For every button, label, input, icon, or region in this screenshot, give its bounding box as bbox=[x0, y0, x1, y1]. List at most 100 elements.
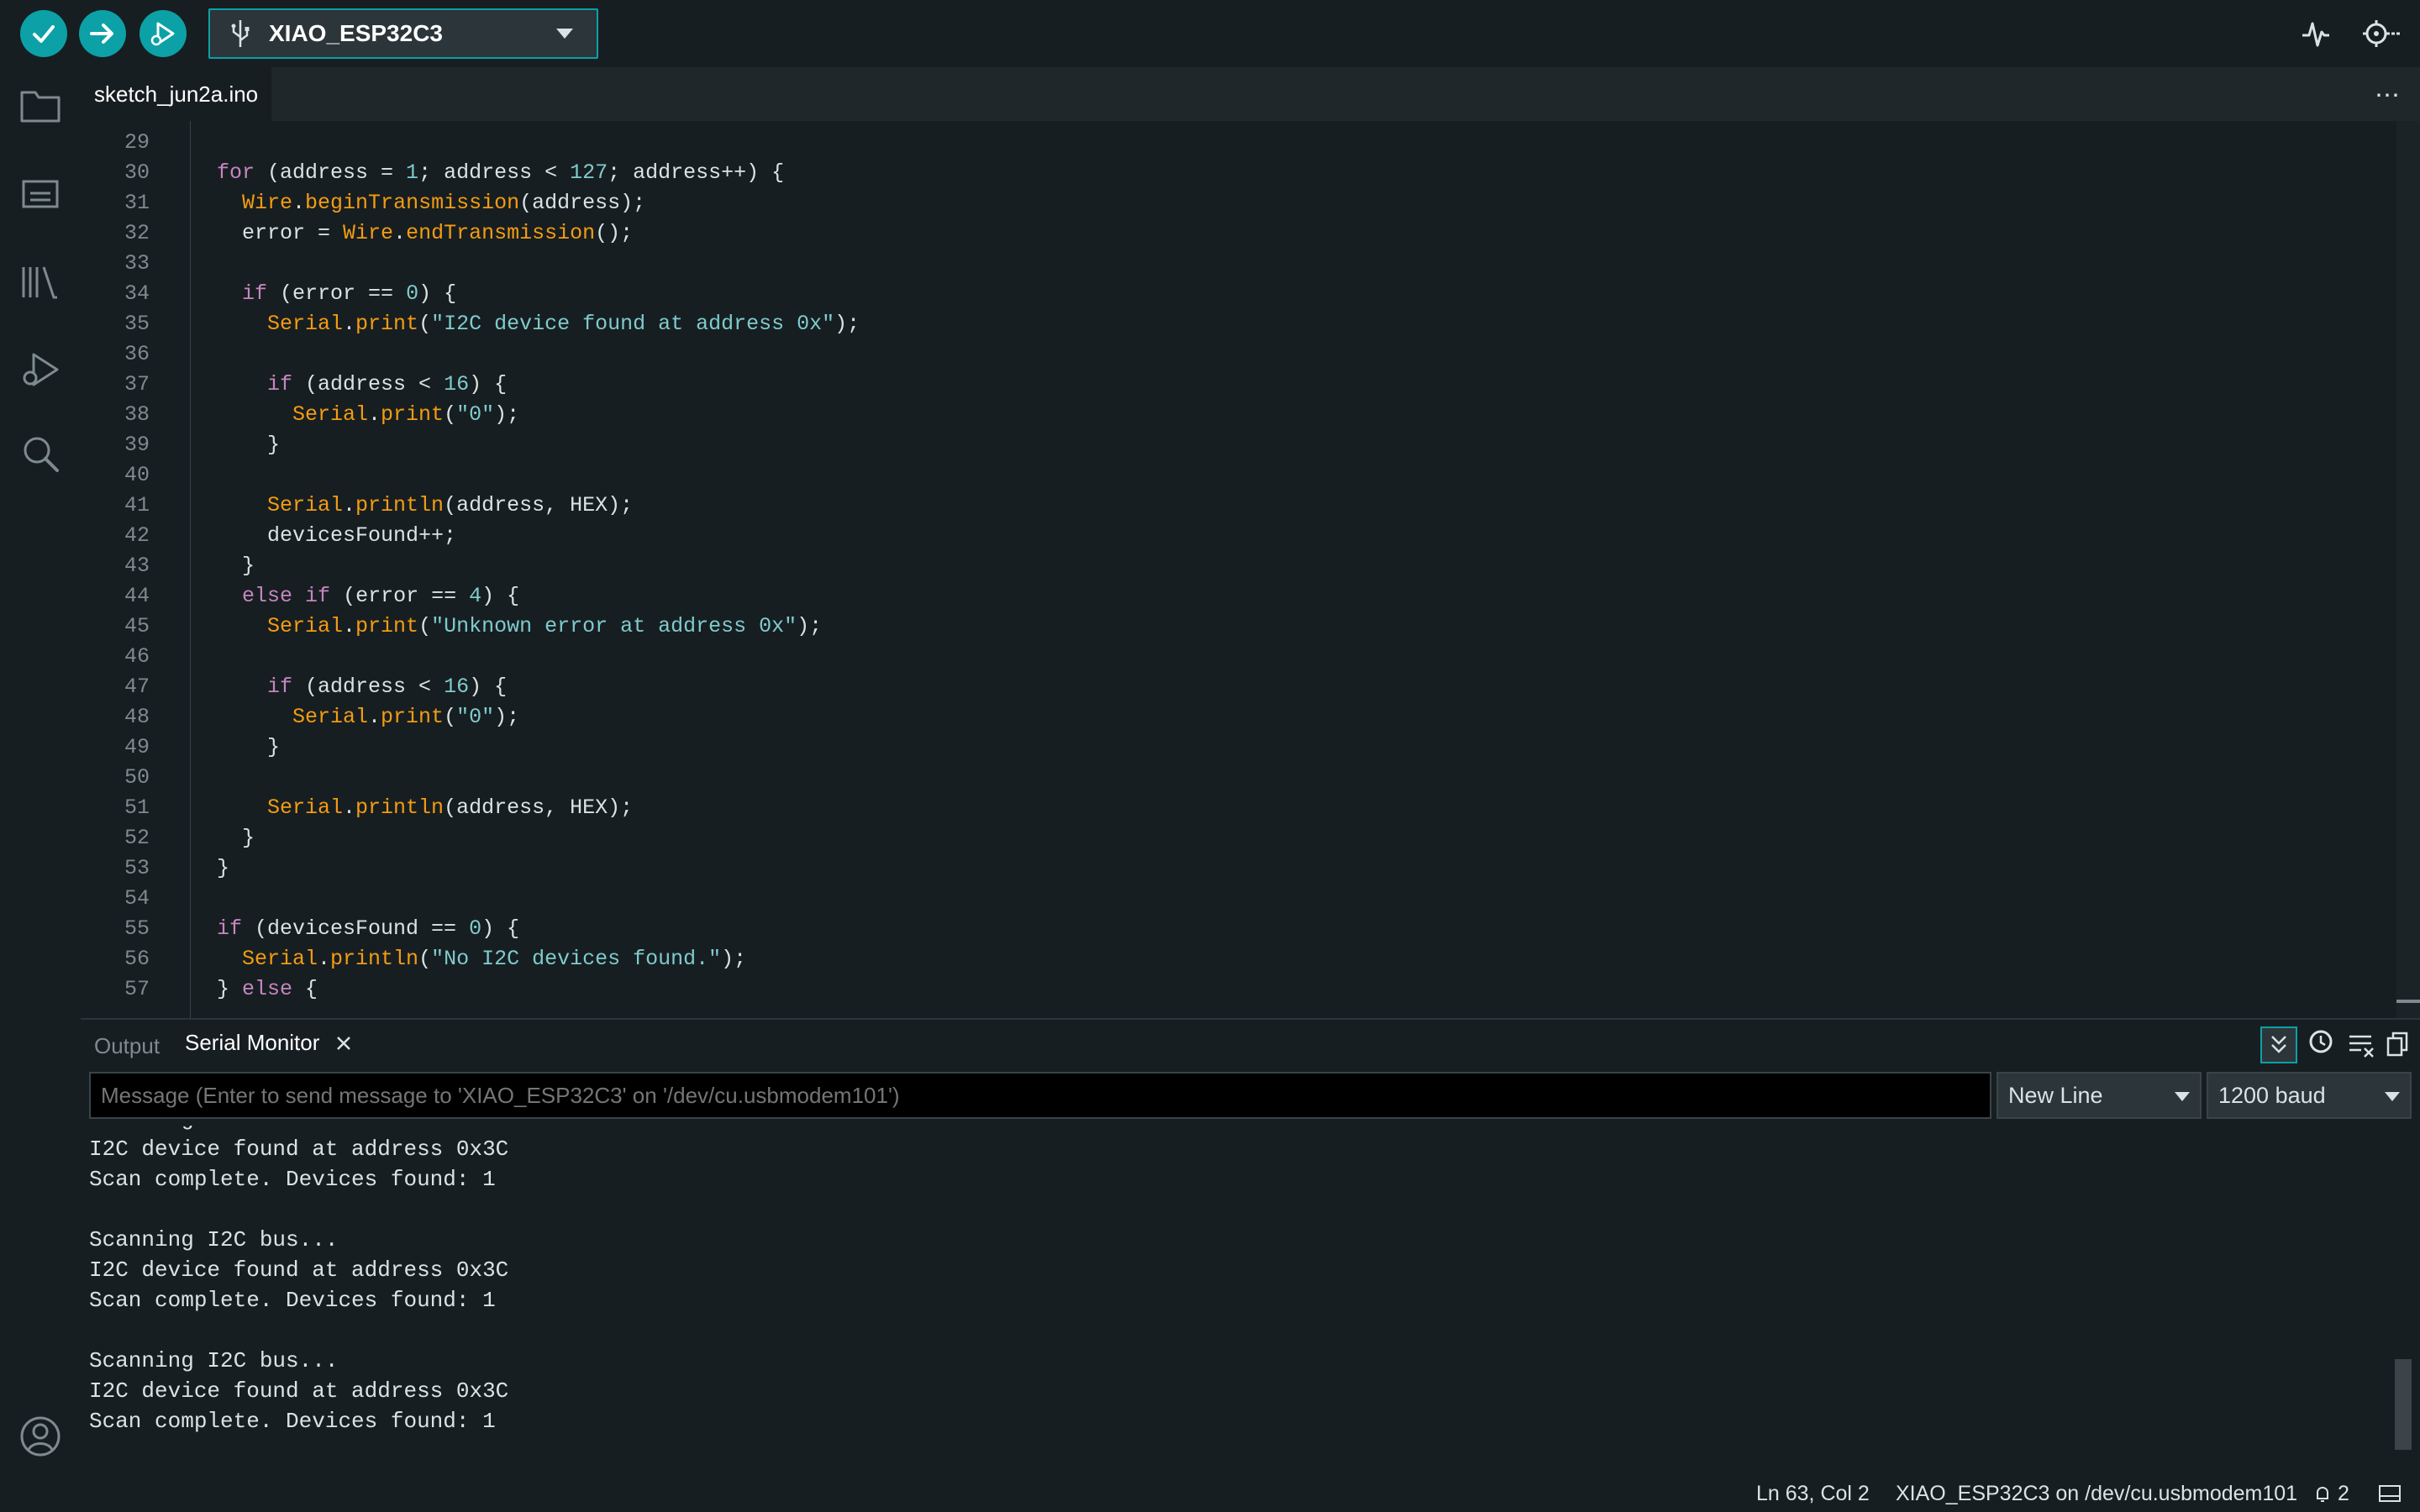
serial-output[interactable]: Scanning I2C bus... I2C device found at … bbox=[0, 1126, 2395, 1473]
close-icon[interactable] bbox=[334, 1034, 353, 1053]
board-name: XIAO_ESP32C3 bbox=[269, 20, 443, 46]
toolbar: XIAO_ESP32C3 bbox=[0, 0, 2420, 67]
debug-button[interactable] bbox=[139, 10, 187, 57]
code-editor[interactable]: 29 30 for (address = 1; address < 127; add… bbox=[81, 121, 2420, 1018]
serial-plotter-icon[interactable] bbox=[2299, 17, 2333, 50]
minimap-marker bbox=[2396, 1000, 2420, 1003]
board-manager-icon[interactable] bbox=[15, 168, 66, 218]
line-number: 42 bbox=[124, 523, 150, 548]
code-line[interactable]: 53} bbox=[81, 853, 2349, 884]
folder-icon[interactable] bbox=[15, 81, 66, 131]
code-line[interactable]: 42 devicesFound++; bbox=[81, 521, 2349, 551]
output-scrollbar[interactable] bbox=[2395, 1359, 2412, 1450]
chevron-down-icon bbox=[2385, 1092, 2400, 1101]
tab-output[interactable]: Output bbox=[94, 1033, 160, 1059]
timestamp-icon[interactable] bbox=[2304, 1026, 2338, 1060]
output-line: Scan complete. Devices found: 1 bbox=[89, 1167, 496, 1192]
code-line[interactable]: 47 if (address < 16) { bbox=[81, 672, 2349, 702]
code-line[interactable]: 49 } bbox=[81, 732, 2349, 763]
code-line[interactable]: 30 for (address = 1; address < 127; addre… bbox=[81, 158, 2349, 188]
upload-button[interactable] bbox=[79, 10, 126, 57]
output-line: I2C device found at address 0x3C bbox=[89, 1378, 509, 1404]
line-number: 50 bbox=[124, 765, 150, 790]
code-line[interactable]: 52 } bbox=[81, 823, 2349, 853]
output-line: Scanning I2C bus... bbox=[89, 1348, 339, 1373]
code-line[interactable]: 46 bbox=[81, 642, 2349, 672]
line-number: 43 bbox=[124, 554, 150, 578]
library-manager-icon[interactable] bbox=[15, 257, 66, 307]
line-number: 37 bbox=[124, 372, 150, 396]
line-number: 30 bbox=[124, 160, 150, 185]
line-number: 36 bbox=[124, 342, 150, 366]
code-line[interactable]: 31 Wire.beginTransmission(address); bbox=[81, 188, 2349, 218]
line-number: 49 bbox=[124, 735, 150, 759]
code-line[interactable]: 39 } bbox=[81, 430, 2349, 460]
line-number: 55 bbox=[124, 916, 150, 941]
verify-button[interactable] bbox=[20, 10, 67, 57]
code-line[interactable]: 54 bbox=[81, 884, 2349, 914]
code-text: devicesFound++; bbox=[217, 523, 457, 548]
code-line[interactable]: 55 if (devicesFound == 0) { bbox=[81, 914, 2349, 944]
board-selector[interactable]: XIAO_ESP32C3 bbox=[208, 8, 598, 59]
line-number: 54 bbox=[124, 886, 150, 911]
notifications[interactable]: 2 bbox=[2312, 1482, 2349, 1506]
code-line[interactable]: 38 Serial.print("0"); bbox=[81, 400, 2349, 430]
autoscroll-toggle[interactable] bbox=[2260, 1026, 2297, 1063]
baud-rate-select[interactable]: 1200 baud bbox=[2207, 1072, 2412, 1119]
code-line[interactable]: 34 if (error == 0) { bbox=[81, 279, 2349, 309]
code-text: Serial.print("Unknown error at address 0… bbox=[267, 614, 823, 638]
code-text: for (address = 1; address < 127; address… bbox=[217, 160, 785, 185]
code-line[interactable]: 37 if (address < 16) { bbox=[81, 370, 2349, 400]
clear-output-icon[interactable] bbox=[2344, 1028, 2378, 1062]
serial-monitor-icon[interactable] bbox=[2360, 17, 2402, 50]
line-number: 47 bbox=[124, 675, 150, 699]
code-line[interactable]: 33 bbox=[81, 249, 2349, 279]
code-line[interactable]: 43 } bbox=[81, 551, 2349, 581]
chevron-down-icon bbox=[556, 29, 573, 39]
status-bar: Ln 63, Col 2 XIAO_ESP32C3 on /dev/cu.usb… bbox=[0, 1475, 2420, 1512]
toggle-panel-icon[interactable] bbox=[2378, 1483, 2402, 1504]
code-line[interactable]: 50 bbox=[81, 763, 2349, 793]
code-line[interactable]: 40 bbox=[81, 460, 2349, 491]
line-number: 31 bbox=[124, 191, 150, 215]
line-number: 34 bbox=[124, 281, 150, 306]
code-line[interactable]: 57} else { bbox=[81, 974, 2349, 1005]
code-text: } else { bbox=[217, 977, 318, 1001]
line-ending-select[interactable]: New Line bbox=[1996, 1072, 2202, 1119]
line-number: 38 bbox=[124, 402, 150, 427]
more-actions-icon[interactable]: ⋯ bbox=[2375, 81, 2400, 110]
code-text: Serial.println(address, HEX); bbox=[267, 493, 634, 517]
code-line[interactable]: 41 Serial.println(address, HEX); bbox=[81, 491, 2349, 521]
code-text: if (address < 16) { bbox=[267, 372, 508, 396]
message-input[interactable] bbox=[89, 1072, 1991, 1119]
code-text: } bbox=[217, 735, 281, 759]
code-line[interactable]: 48 Serial.print("0"); bbox=[81, 702, 2349, 732]
tab-sketch[interactable]: sketch_jun2a.ino bbox=[81, 67, 272, 121]
code-line[interactable]: 32 error = Wire.endTransmission(); bbox=[81, 218, 2349, 249]
arrow-right-icon bbox=[90, 24, 113, 44]
code-line[interactable]: 56 Serial.println("No I2C devices found.… bbox=[81, 944, 2349, 974]
code-line[interactable]: 51 Serial.println(address, HEX); bbox=[81, 793, 2349, 823]
tab-serial-monitor[interactable]: Serial Monitor bbox=[185, 1030, 353, 1056]
code-line[interactable]: 36 bbox=[81, 339, 2349, 370]
output-line: I2C device found at address 0x3C bbox=[89, 1257, 509, 1283]
board-port-status[interactable]: XIAO_ESP32C3 on /dev/cu.usbmodem101 bbox=[1896, 1482, 2297, 1506]
code-line[interactable]: 44 else if (error == 4) { bbox=[81, 581, 2349, 612]
code-line[interactable]: 45 Serial.print("Unknown error at addres… bbox=[81, 612, 2349, 642]
code-text: Serial.print("0"); bbox=[292, 705, 520, 729]
code-text: else if (error == 4) { bbox=[242, 584, 520, 608]
code-line[interactable]: 35 Serial.print("I2C device found at add… bbox=[81, 309, 2349, 339]
line-number: 32 bbox=[124, 221, 150, 245]
code-text: Serial.print("I2C device found at addres… bbox=[267, 312, 860, 336]
editor-scrollbar[interactable] bbox=[2396, 121, 2420, 1018]
line-number: 29 bbox=[124, 130, 150, 155]
copy-icon[interactable] bbox=[2381, 1028, 2415, 1062]
cursor-position[interactable]: Ln 63, Col 2 bbox=[1756, 1482, 1870, 1506]
search-icon[interactable] bbox=[15, 428, 66, 479]
code-text: Serial.print("0"); bbox=[292, 402, 520, 427]
code-line[interactable]: 29 bbox=[81, 128, 2349, 158]
baud-rate-value: 1200 baud bbox=[2218, 1082, 2326, 1108]
line-number: 51 bbox=[124, 795, 150, 820]
debug-icon[interactable] bbox=[15, 344, 66, 395]
chevron-down-icon bbox=[2175, 1092, 2190, 1101]
